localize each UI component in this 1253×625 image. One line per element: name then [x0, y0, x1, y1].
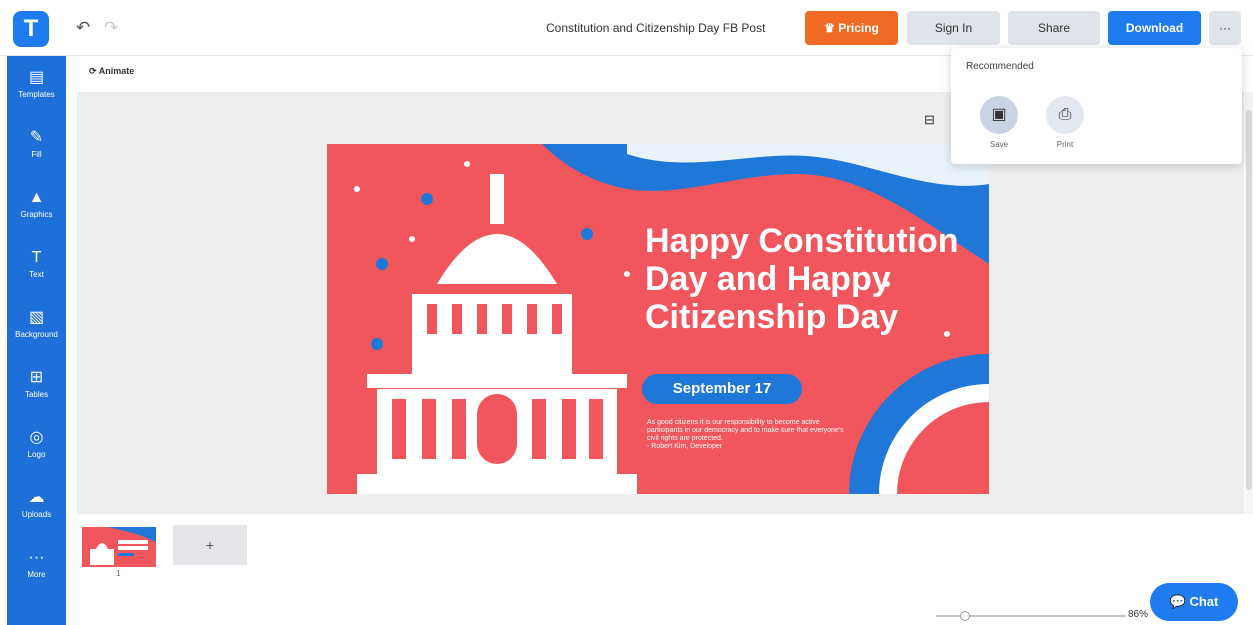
share-button[interactable]: Share — [1008, 11, 1100, 45]
sidebar-item-background[interactable]: ▧ Background — [7, 302, 66, 354]
undo-icon[interactable]: ↶ — [76, 18, 90, 38]
fill-icon: ✎ — [29, 129, 44, 146]
sidebar-item-logo[interactable]: ◎ Logo — [7, 422, 66, 474]
sidebar-item-uploads[interactable]: ☁ Uploads — [7, 482, 66, 534]
page-thumbnail[interactable] — [82, 527, 156, 567]
more-options-button[interactable]: ··· — [1209, 11, 1241, 45]
print-icon: ⎙ — [1046, 96, 1084, 134]
logo-icon: ◎ — [29, 429, 44, 446]
zoom-slider-handle[interactable] — [959, 611, 970, 621]
uploads-icon: ☁ — [28, 489, 45, 506]
scrollbar-thumb[interactable] — [1246, 110, 1252, 490]
sidebar-item-text[interactable]: T Text — [7, 242, 66, 294]
chat-button[interactable]: 💬 Chat — [1150, 583, 1238, 621]
pricing-button[interactable]: ♛ Pricing — [805, 11, 898, 45]
sidebar-item-templates[interactable]: ▤ Templates — [7, 62, 66, 114]
tables-icon: ⊞ — [29, 369, 44, 386]
chat-bubble-icon: 💬 — [1169, 594, 1190, 609]
dropdown-item-print[interactable]: ⎙ Print — [1040, 96, 1090, 149]
more-options-dropdown: Recommended ▣ Save ⎙ Print — [951, 48, 1242, 164]
text-icon: T — [31, 249, 42, 266]
sidebar-item-tables[interactable]: ⊞ Tables — [7, 362, 66, 414]
sidebar-item-more[interactable]: ··· More — [7, 542, 66, 594]
more-icon: ··· — [28, 549, 45, 566]
design-canvas[interactable]: Happy Constitution Day and Happy Citizen… — [327, 144, 989, 494]
page-options-icon[interactable]: ⊟ — [924, 112, 935, 128]
dropdown-item-save[interactable]: ▣ Save — [974, 96, 1024, 149]
dropdown-heading: Recommended — [966, 61, 1034, 72]
redo-icon[interactable]: ↷ — [104, 18, 118, 38]
graphics-icon: ▲ — [28, 189, 45, 206]
document-title[interactable]: Constitution and Citizenship Day FB Post — [546, 21, 765, 35]
page-thumbnail-preview — [90, 527, 156, 565]
save-icon: ▣ — [980, 96, 1018, 134]
animate-button[interactable]: ⟳ Animate — [89, 66, 134, 77]
add-page-button[interactable]: + — [173, 525, 247, 565]
templates-icon: ▤ — [28, 69, 45, 86]
sign-in-button[interactable]: Sign In — [907, 11, 1000, 45]
design-headline[interactable]: Happy Constitution Day and Happy Citizen… — [645, 222, 989, 336]
background-icon: ▧ — [28, 309, 45, 326]
design-date-badge[interactable]: September 17 — [642, 374, 802, 404]
app-logo[interactable]: T — [13, 11, 49, 47]
animate-icon: ⟳ — [89, 66, 99, 76]
sidebar-item-graphics[interactable]: ▲ Graphics — [7, 182, 66, 234]
page-number: 1 — [116, 569, 121, 578]
sidebar: ▤ Templates ✎ Fill ▲ Graphics T Text ▧ B… — [7, 56, 66, 625]
zoom-value[interactable]: 86% — [1128, 609, 1148, 620]
crown-icon: ♛ — [824, 21, 839, 35]
design-body-text[interactable]: As good citizens it is our responsibilit… — [647, 419, 847, 451]
sidebar-item-fill[interactable]: ✎ Fill — [7, 122, 66, 174]
download-button[interactable]: Download — [1108, 11, 1201, 45]
